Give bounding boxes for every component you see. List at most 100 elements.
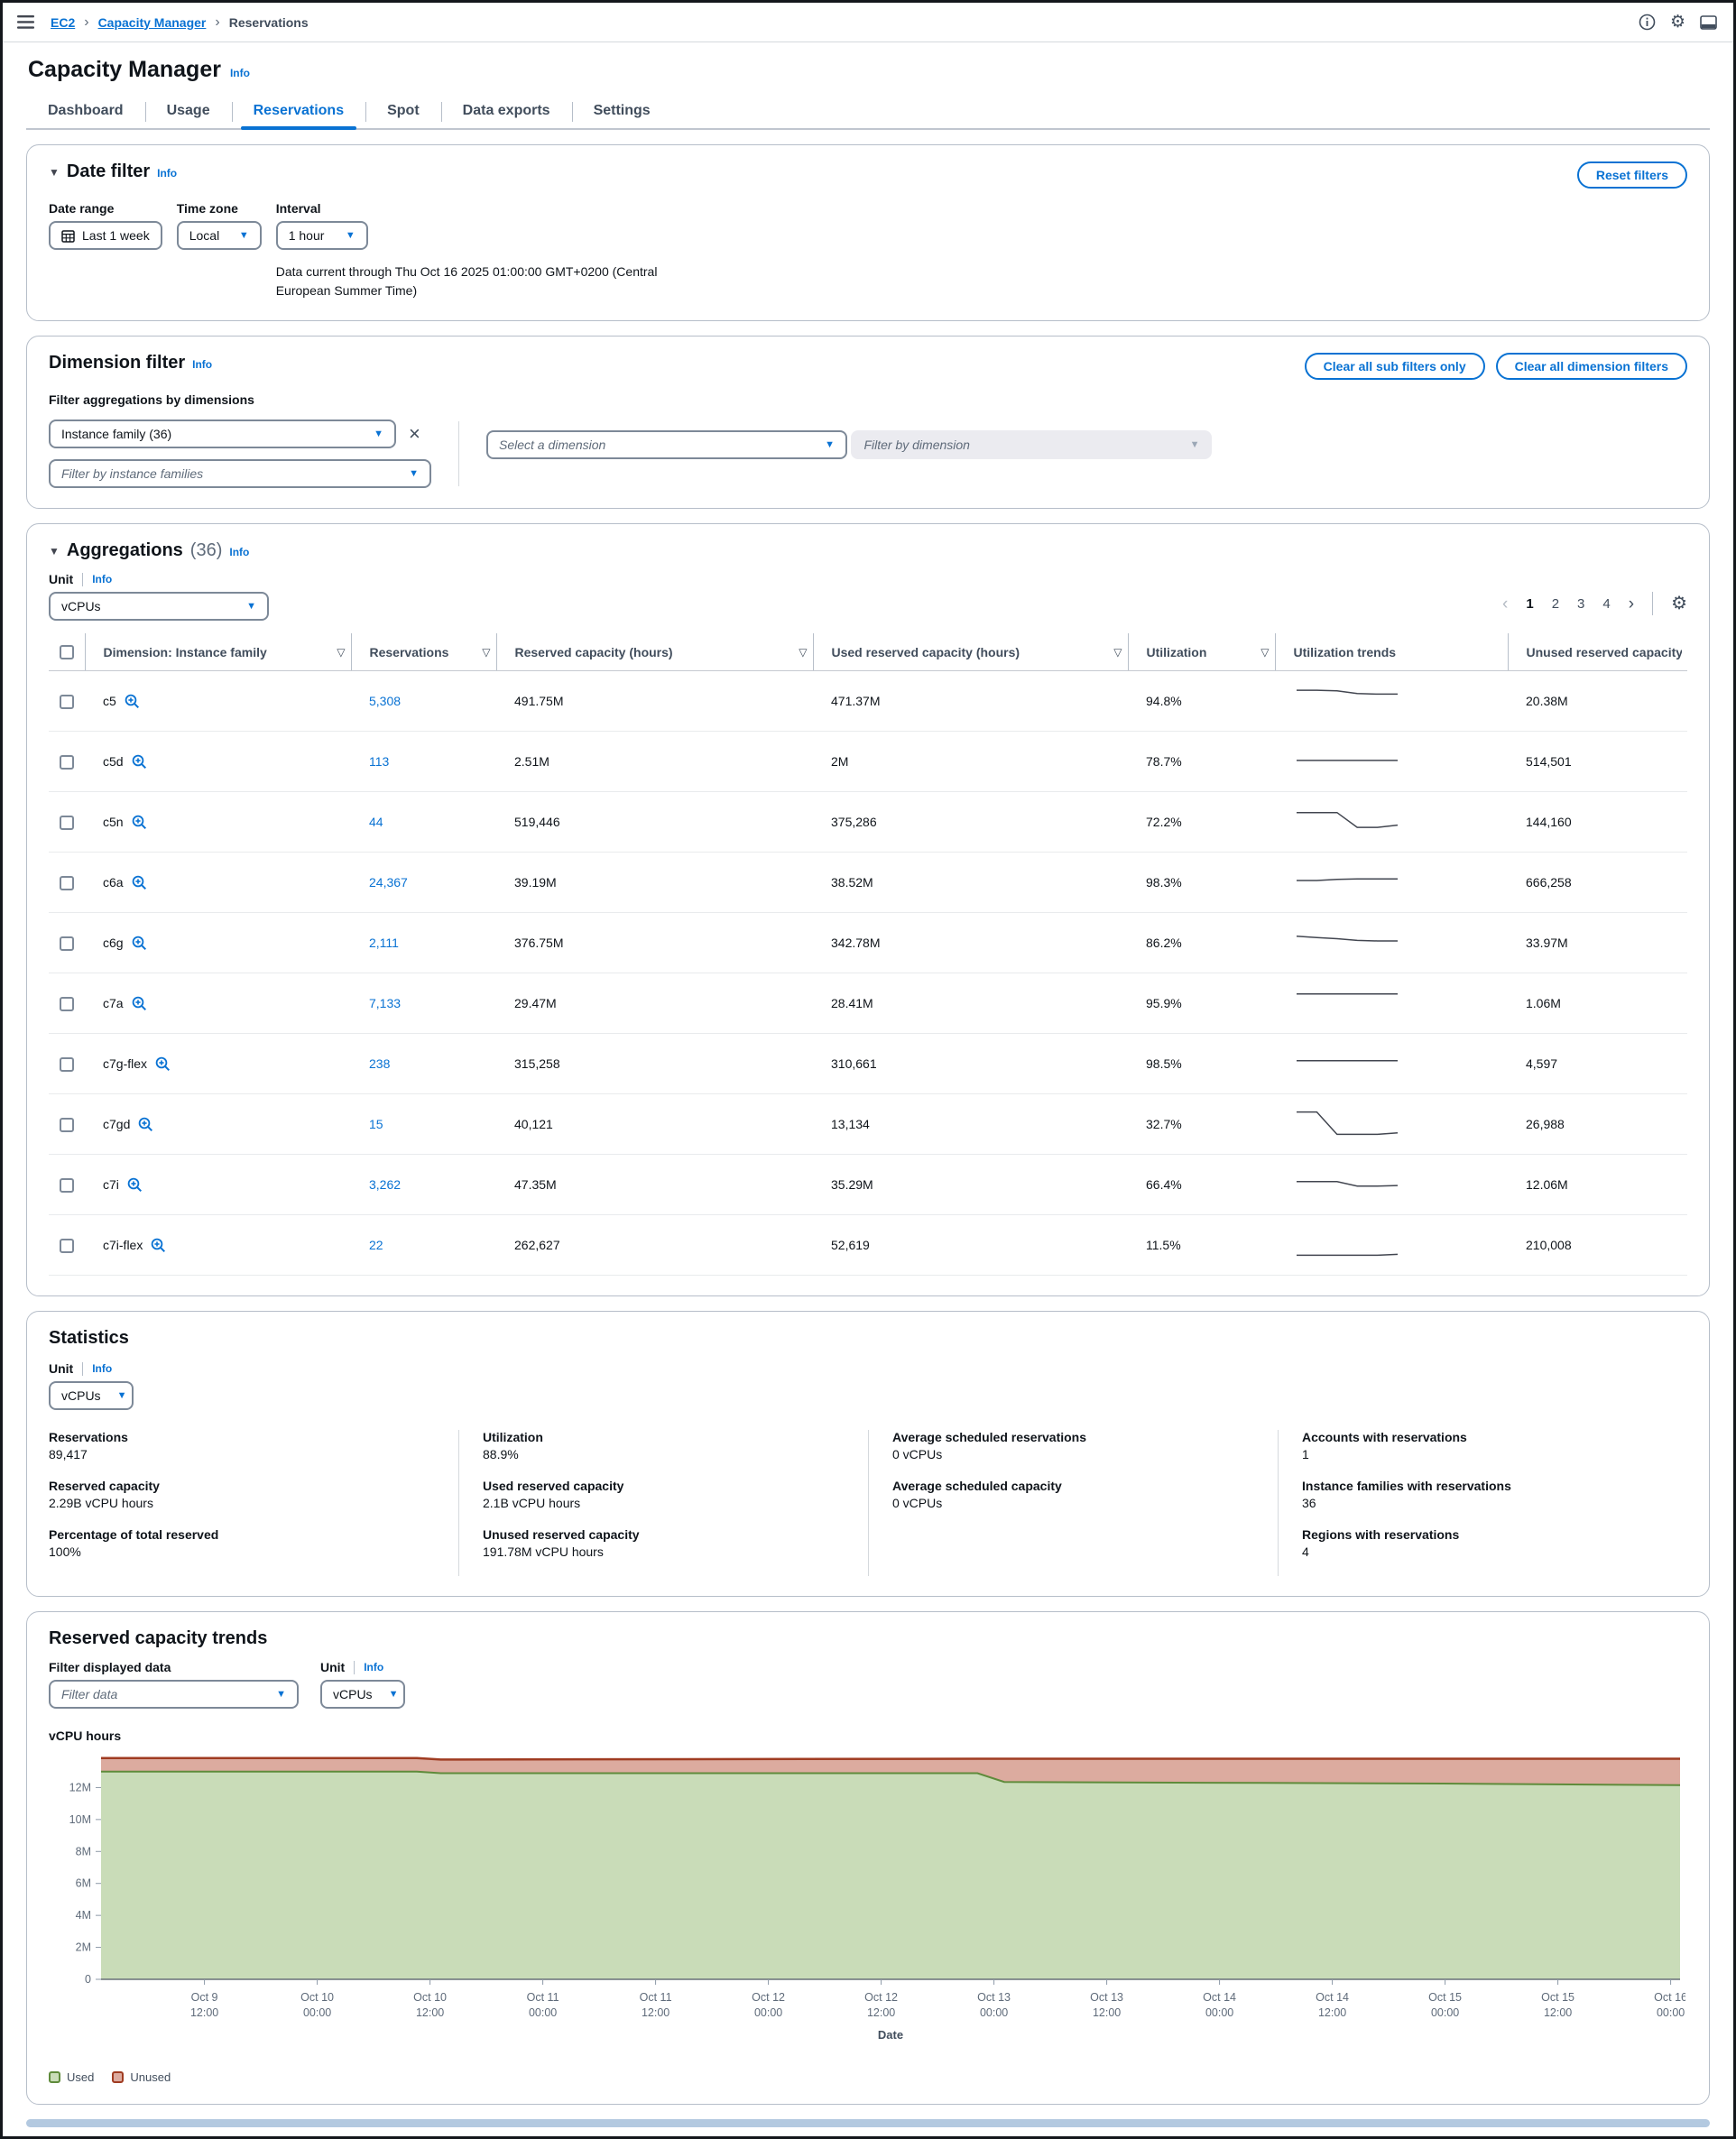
dimension-filter-info-link[interactable]: Info [192,358,212,371]
zoom-in-icon[interactable] [132,875,147,890]
pagination-next-icon[interactable]: › [1629,595,1634,613]
dimension-select[interactable]: Instance family (36) ▼ [49,420,396,448]
row-checkbox[interactable] [60,1239,74,1253]
remove-dimension-icon[interactable]: × [409,424,420,444]
reservations-link[interactable]: 7,133 [369,996,401,1010]
breadcrumb-separator: › [84,14,88,31]
unit-info-link[interactable]: Info [92,1362,112,1375]
unit-info-link[interactable]: Info [92,573,112,585]
zoom-in-icon[interactable] [132,815,147,830]
instance-family-name: c5 [103,694,116,708]
row-checkbox[interactable] [60,876,74,890]
instance-family-cell: c7gd [85,1094,351,1155]
unit-info-link[interactable]: Info [364,1661,383,1673]
statistic-value: 191.78M vCPU hours [483,1544,868,1559]
reservations-link[interactable]: 3,262 [369,1177,401,1192]
instance-family-cell: c5 [85,671,351,732]
tab-reservations[interactable]: Reservations [232,94,366,128]
menu-icon[interactable] [17,15,34,29]
zoom-in-icon[interactable] [132,996,147,1011]
sort-icon[interactable]: ▽ [1113,646,1122,659]
statistic-value: 4 [1302,1544,1687,1559]
trends-unit-select[interactable]: vCPUs ▼ [320,1680,405,1709]
table-settings-gear-icon[interactable]: ⚙ [1671,595,1687,613]
row-select-cell [49,1155,85,1215]
row-checkbox[interactable] [60,1178,74,1193]
dimension-filter-title: Dimension filter [49,353,185,373]
reservations-link[interactable]: 113 [369,754,389,769]
svg-text:6M: 6M [76,1877,91,1890]
select-all-checkbox[interactable] [60,645,74,659]
zoom-in-icon[interactable] [132,936,147,951]
zoom-in-icon[interactable] [127,1177,143,1193]
clear-dimension-filters-button[interactable]: Clear all dimension filters [1496,353,1687,380]
aggregations-unit-select[interactable]: vCPUs ▼ [49,592,269,621]
add-dimension-select[interactable]: Select a dimension ▼ [486,430,847,459]
tab-spot[interactable]: Spot [365,94,441,128]
reservations-cell: 7,133 [351,973,496,1034]
reservations-link[interactable]: 24,367 [369,875,408,890]
time-zone-select[interactable]: Local ▼ [177,221,262,250]
aggregations-panel: ▼ Aggregations (36) Info Unit Info vCPUs… [26,523,1710,1296]
clear-sub-filters-button[interactable]: Clear all sub filters only [1305,353,1485,380]
sort-icon[interactable]: ▽ [337,646,345,659]
trends-unit-value: vCPUs [333,1687,373,1701]
svg-text:Oct 12: Oct 12 [752,1991,785,2004]
page-info-link[interactable]: Info [230,67,250,79]
row-checkbox[interactable] [60,936,74,951]
row-checkbox[interactable] [60,816,74,830]
row-checkbox[interactable] [60,755,74,770]
sort-icon[interactable]: ▽ [1260,646,1269,659]
column-header-6: Utilization trends [1275,633,1508,671]
info-icon[interactable] [1639,14,1656,31]
zoom-in-icon[interactable] [132,754,147,770]
reservations-link[interactable]: 44 [369,815,383,829]
reservations-link[interactable]: 15 [369,1117,383,1131]
reserved-capacity-cell: 2.51M [496,732,813,792]
reset-filters-button[interactable]: Reset filters [1577,161,1687,189]
pagination-page-3[interactable]: 3 [1577,596,1584,612]
pagination-page-4[interactable]: 4 [1602,596,1610,612]
pagination-prev-icon[interactable]: ‹ [1502,595,1508,613]
breadcrumb-item-ec2[interactable]: EC2 [51,15,75,30]
breadcrumb-item-capacity-manager[interactable]: Capacity Manager [98,15,207,30]
row-checkbox[interactable] [60,997,74,1011]
collapse-icon[interactable]: ▼ [49,545,60,558]
interval-select[interactable]: 1 hour ▼ [276,221,368,250]
split-panel-icon[interactable] [1700,15,1717,30]
zoom-in-icon[interactable] [125,694,140,709]
reservations-link[interactable]: 2,111 [369,936,399,950]
tab-data-exports[interactable]: Data exports [441,94,572,128]
pagination-page-2[interactable]: 2 [1552,596,1559,612]
gear-icon[interactable]: ⚙ [1670,14,1685,31]
zoom-in-icon[interactable] [155,1056,171,1072]
instance-family-filter-select[interactable]: Filter by instance families ▼ [49,459,431,488]
statistics-unit-select[interactable]: vCPUs ▼ [49,1381,134,1410]
reservations-link[interactable]: 22 [369,1238,383,1252]
reservations-link[interactable]: 5,308 [369,694,401,708]
sort-icon[interactable]: ▽ [799,646,807,659]
reservations-link[interactable]: 238 [369,1056,390,1071]
svg-text:00:00: 00:00 [754,2006,782,2019]
zoom-in-icon[interactable] [138,1117,153,1132]
row-checkbox[interactable] [60,1057,74,1072]
utilization-trend-cell [1275,732,1508,792]
dimension-sub-filter-select-disabled: Filter by dimension ▼ [851,430,1212,459]
tab-usage[interactable]: Usage [145,94,232,128]
column-header-1: Dimension: Instance family▽ [85,633,351,671]
trends-filter-select[interactable]: Filter data ▼ [49,1680,299,1709]
tab-settings[interactable]: Settings [572,94,672,128]
row-checkbox[interactable] [60,695,74,709]
date-filter-info-link[interactable]: Info [157,167,177,180]
zoom-in-icon[interactable] [151,1238,166,1253]
statistic-label: Reserved capacity [49,1479,458,1493]
aggregations-info-link[interactable]: Info [229,546,249,558]
row-checkbox[interactable] [60,1118,74,1132]
statistic-value: 100% [49,1544,458,1559]
date-range-button[interactable]: Last 1 week [49,221,162,250]
collapse-icon[interactable]: ▼ [49,166,60,179]
tab-dashboard[interactable]: Dashboard [26,94,145,128]
pagination-page-1[interactable]: 1 [1526,596,1533,612]
sort-icon[interactable]: ▽ [482,646,490,659]
utilization-trend-cell [1275,913,1508,973]
